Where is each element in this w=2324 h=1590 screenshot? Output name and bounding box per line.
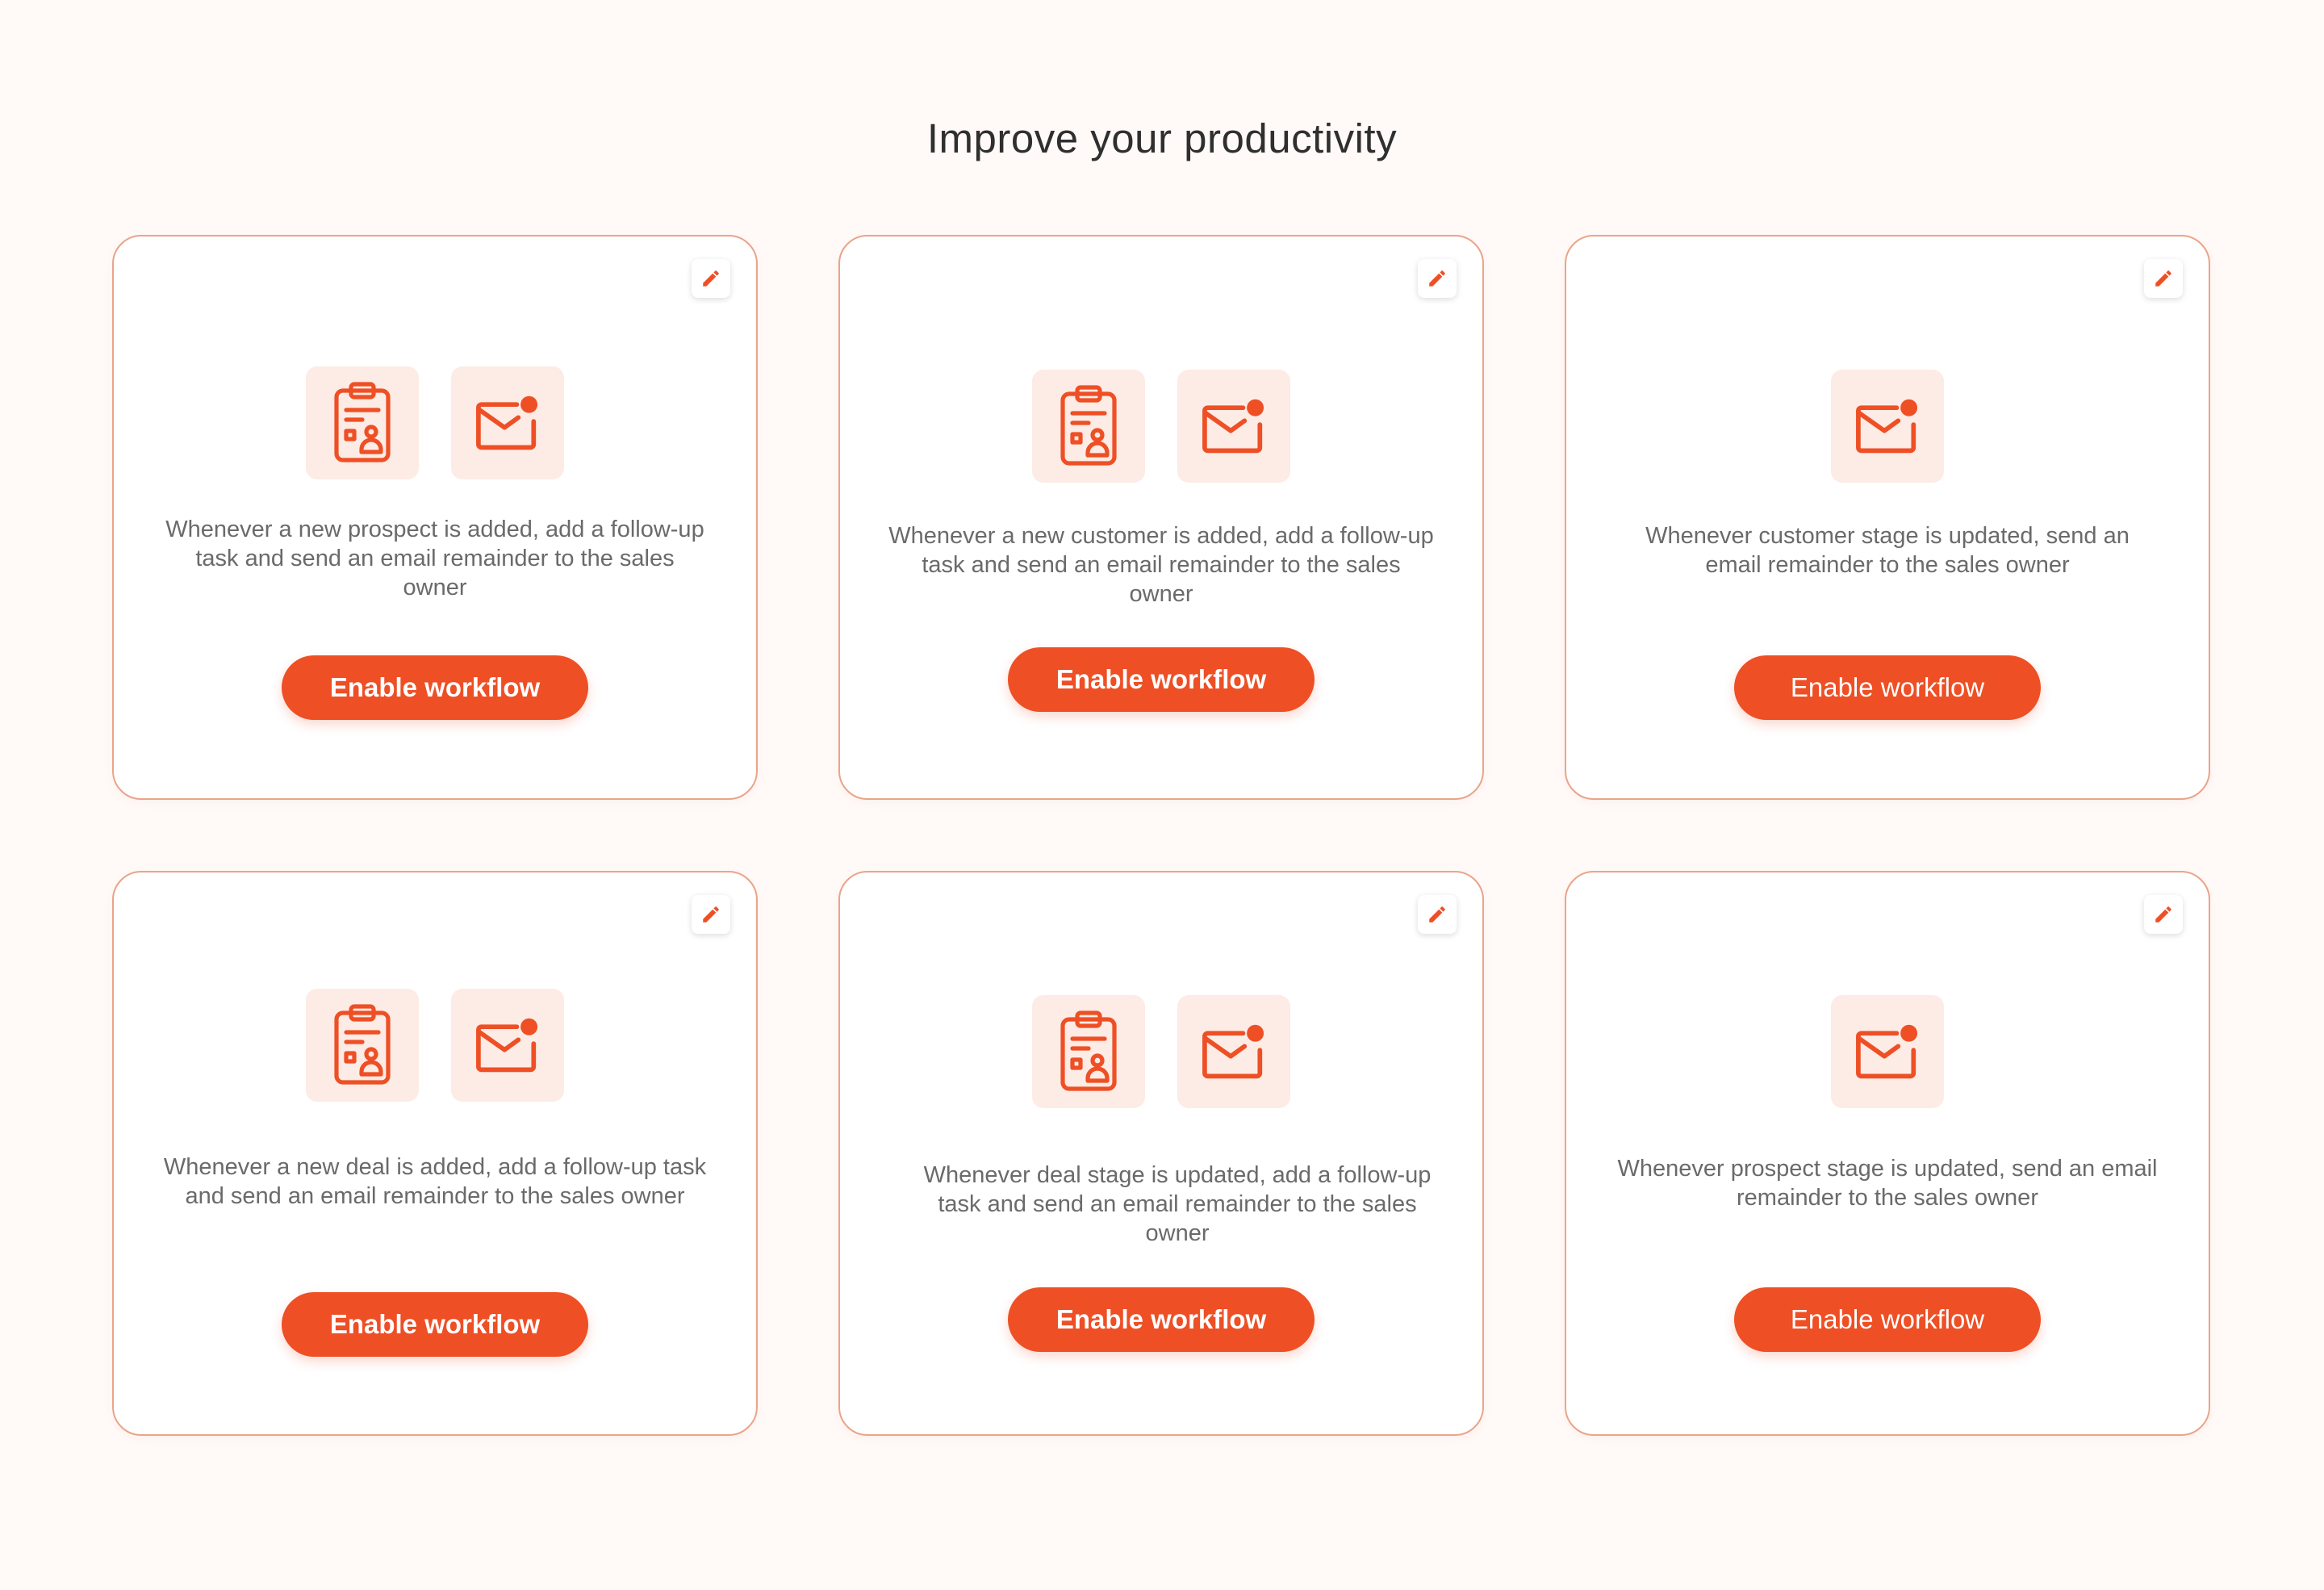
edit-button[interactable]	[692, 895, 730, 934]
edit-button[interactable]	[692, 259, 730, 298]
pencil-icon	[2155, 906, 2171, 923]
task-tile	[1032, 995, 1145, 1108]
workflow-description: Whenever a new deal is added, add a foll…	[163, 1154, 707, 1209]
email-notification-icon	[1856, 399, 1918, 454]
email-notification-icon	[1202, 399, 1264, 454]
task-tile	[306, 366, 419, 479]
workflow-description: Whenever customer stage is updated, send…	[1645, 523, 2130, 578]
email-notification-icon	[1202, 1024, 1264, 1079]
pencil-icon	[2155, 270, 2171, 287]
workflow-card-new-deal: Whenever a new deal is added, add a foll…	[112, 871, 758, 1436]
clipboard-task-icon	[1060, 385, 1117, 466]
edit-button[interactable]	[1418, 259, 1457, 298]
enable-workflow-button[interactable]: Enable workflow	[1008, 647, 1315, 712]
enable-workflow-button[interactable]: Enable workflow	[282, 1292, 588, 1357]
email-notification-icon	[476, 395, 538, 450]
email-notification-icon	[476, 1018, 538, 1073]
pencil-icon	[703, 270, 719, 287]
pencil-icon	[1429, 906, 1445, 923]
workflow-description: Whenever a new customer is added, add a …	[888, 523, 1434, 607]
workflow-card-prospect-stage: Whenever prospect stage is updated, send…	[1565, 871, 2210, 1436]
edit-button[interactable]	[2144, 895, 2183, 934]
email-tile	[1831, 995, 1944, 1108]
email-tile	[1177, 995, 1290, 1108]
pencil-icon	[1429, 270, 1445, 287]
enable-workflow-button[interactable]: Enable workflow	[1734, 1287, 2041, 1352]
page-title: Improve your productivity	[926, 115, 1398, 161]
email-notification-icon	[1856, 1024, 1918, 1079]
clipboard-task-icon	[1060, 1010, 1117, 1091]
email-tile	[451, 366, 564, 479]
pencil-icon	[703, 906, 719, 923]
workflow-card-deal-stage: Whenever deal stage is updated, add a fo…	[838, 871, 1484, 1436]
clipboard-task-icon	[334, 382, 391, 462]
task-tile	[1032, 370, 1145, 483]
edit-button[interactable]	[1418, 895, 1457, 934]
enable-workflow-button[interactable]: Enable workflow	[1734, 655, 2041, 720]
workflow-card-new-customer: Whenever a new customer is added, add a …	[838, 235, 1484, 800]
workflow-description: Whenever a new prospect is added, add a …	[165, 517, 704, 600]
workflow-card-customer-stage: Whenever customer stage is updated, send…	[1565, 235, 2210, 800]
workflow-description: Whenever deal stage is updated, add a fo…	[923, 1162, 1432, 1246]
workflow-description: Whenever prospect stage is updated, send…	[1617, 1156, 2158, 1211]
enable-workflow-button[interactable]: Enable workflow	[282, 655, 588, 720]
email-tile	[451, 989, 564, 1102]
email-tile	[1831, 370, 1944, 483]
email-tile	[1177, 370, 1290, 483]
edit-button[interactable]	[2144, 259, 2183, 298]
clipboard-task-icon	[334, 1004, 391, 1085]
workflow-card-new-prospect: Whenever a new prospect is added, add a …	[112, 235, 758, 800]
task-tile	[306, 989, 419, 1102]
enable-workflow-button[interactable]: Enable workflow	[1008, 1287, 1315, 1352]
